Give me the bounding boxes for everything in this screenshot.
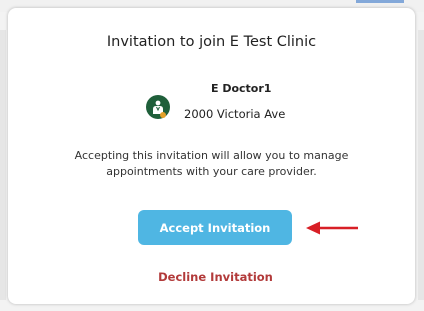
provider-address: 2000 Victoria Ave <box>184 107 286 121</box>
red-arrow-icon <box>306 221 358 235</box>
background-left-edge <box>0 30 6 300</box>
doctor-avatar-icon <box>146 95 170 119</box>
invitation-description: Accepting this invitation will allow you… <box>74 149 349 178</box>
modal-title: Invitation to join E Test Clinic <box>106 34 317 50</box>
decline-invitation-link[interactable]: Decline Invitation <box>8 270 423 284</box>
background-accent <box>356 0 404 3</box>
background-right-edge <box>418 30 424 300</box>
invitation-modal: Invitation to join E Test Clinic E Docto… <box>8 8 415 304</box>
avatar-status-dot <box>160 112 166 118</box>
page: Invitation to join E Test Clinic E Docto… <box>0 0 424 311</box>
accept-invitation-button[interactable]: Accept Invitation <box>138 210 292 245</box>
provider-name: E Doctor1 <box>211 82 272 95</box>
